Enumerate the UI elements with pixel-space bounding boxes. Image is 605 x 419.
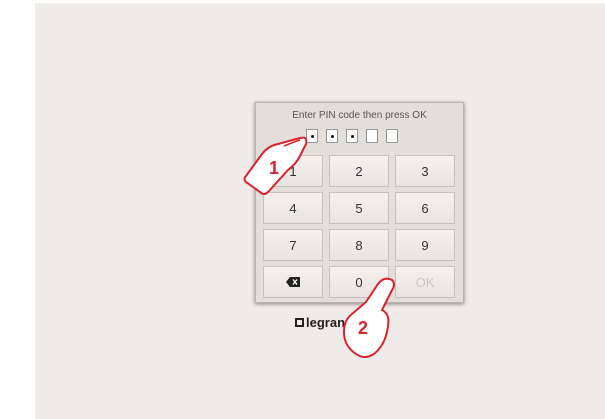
key-label: 9 bbox=[421, 237, 429, 253]
key-3[interactable]: 3 bbox=[395, 155, 455, 187]
tap-callout-2: 2 bbox=[342, 277, 395, 358]
step-number-2: 2 bbox=[358, 318, 368, 338]
key-5[interactable]: 5 bbox=[329, 192, 389, 224]
pin-digit-box bbox=[366, 129, 378, 143]
key-9[interactable]: 9 bbox=[395, 229, 455, 261]
pin-dialog: Enter PIN code then press OK 1 2 3 4 5 6… bbox=[255, 102, 464, 303]
key-label: 2 bbox=[355, 163, 363, 179]
backspace-icon bbox=[286, 277, 300, 287]
key-label: OK bbox=[415, 274, 435, 290]
pin-digit-box bbox=[386, 129, 398, 143]
pin-entry-field bbox=[306, 129, 398, 143]
key-2[interactable]: 2 bbox=[329, 155, 389, 187]
key-7[interactable]: 7 bbox=[263, 229, 323, 261]
background-panel: Enter PIN code then press OK 1 2 3 4 5 6… bbox=[35, 3, 605, 419]
step-number-1: 1 bbox=[269, 158, 279, 178]
key-label: 6 bbox=[421, 200, 429, 216]
pin-prompt: Enter PIN code then press OK bbox=[292, 110, 427, 121]
pin-digit-box bbox=[326, 129, 338, 143]
key-label: 8 bbox=[355, 237, 363, 253]
tap-callout-1: 1 bbox=[243, 136, 308, 195]
logo-mark bbox=[295, 318, 304, 327]
key-8[interactable]: 8 bbox=[329, 229, 389, 261]
key-label: 5 bbox=[355, 200, 363, 216]
backspace-button[interactable] bbox=[263, 266, 323, 298]
pin-digit-box bbox=[346, 129, 358, 143]
key-6[interactable]: 6 bbox=[395, 192, 455, 224]
key-label: 4 bbox=[289, 200, 297, 216]
key-label: 3 bbox=[421, 163, 429, 179]
key-label: 7 bbox=[289, 237, 297, 253]
